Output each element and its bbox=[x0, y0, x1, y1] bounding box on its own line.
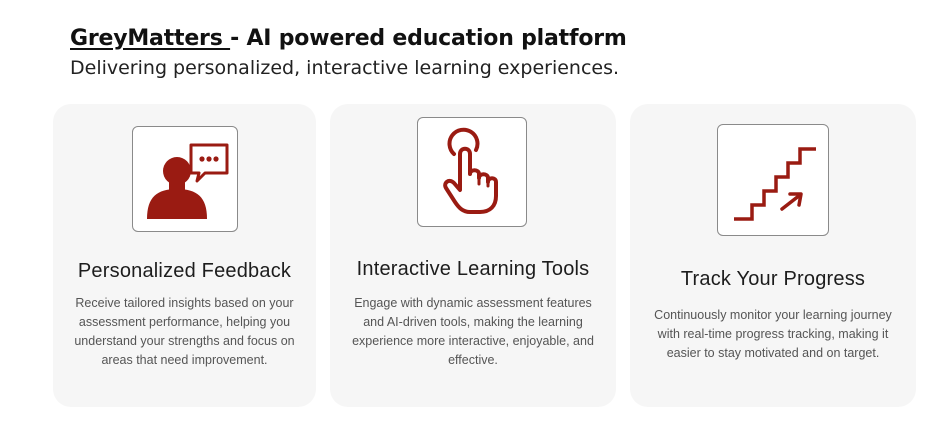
card-title: Track Your Progress bbox=[680, 268, 866, 290]
card-title: Interactive Learning Tools bbox=[356, 258, 590, 280]
speech-feedback-icon bbox=[132, 126, 238, 232]
tap-hand-icon bbox=[417, 117, 527, 227]
title-tagline: - AI powered education platform bbox=[230, 26, 627, 51]
feature-card-progress: Track Your Progress Continuously monitor… bbox=[630, 104, 916, 407]
page-header: GreyMatters - AI powered education platf… bbox=[70, 26, 627, 79]
page-subtitle: Delivering personalized, interactive lea… bbox=[70, 57, 620, 79]
card-title: Personalized Feedback bbox=[77, 260, 292, 282]
brand-link[interactable]: GreyMatters bbox=[70, 26, 230, 51]
feature-card-tools: Interactive Learning Tools Engage with d… bbox=[330, 104, 616, 407]
stairs-progress-icon bbox=[717, 124, 829, 236]
card-description: Receive tailored insights based on your … bbox=[74, 296, 295, 367]
page-title: GreyMatters - AI powered education platf… bbox=[70, 26, 627, 51]
card-description: Engage with dynamic assessment features … bbox=[352, 296, 594, 367]
feature-card-feedback: Personalized Feedback Receive tailored i… bbox=[53, 104, 316, 407]
card-description: Continuously monitor your learning journ… bbox=[654, 308, 892, 360]
